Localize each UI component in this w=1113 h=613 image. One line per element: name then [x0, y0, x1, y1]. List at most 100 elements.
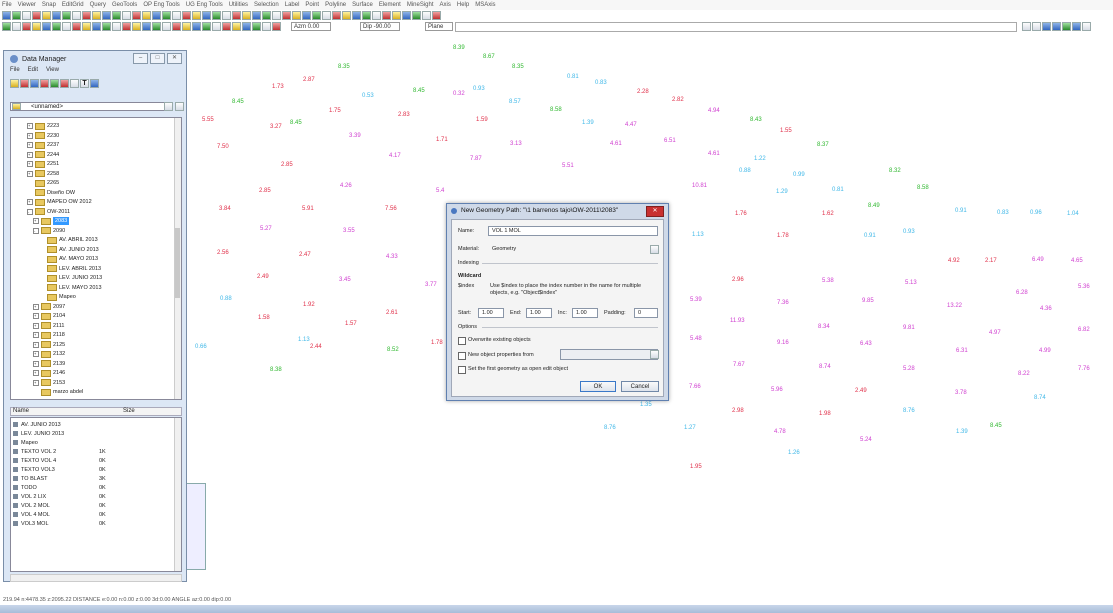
- view-tool-icon[interactable]: [1062, 22, 1071, 31]
- list-item[interactable]: TO BLAST 3K: [13, 475, 173, 483]
- menu-view[interactable]: View: [46, 67, 59, 77]
- new-properties-checkbox[interactable]: [458, 352, 466, 360]
- expand-icon[interactable]: +: [33, 313, 39, 319]
- tool-button-icon[interactable]: [52, 11, 61, 20]
- tree-item[interactable]: +2237: [27, 141, 59, 149]
- list-item[interactable]: VOL 2 MOL 0K: [13, 502, 173, 510]
- menu-minesight[interactable]: MineSight: [407, 2, 434, 8]
- tool-button-icon[interactable]: [72, 22, 81, 31]
- menu-file[interactable]: File: [10, 67, 20, 77]
- padding-input[interactable]: 0: [634, 308, 658, 318]
- tool-button-icon[interactable]: [422, 11, 431, 20]
- collapse-icon[interactable]: -: [33, 227, 39, 234]
- tool-button-icon[interactable]: [72, 11, 81, 20]
- tree-scrollbar[interactable]: [174, 118, 181, 399]
- tree-item[interactable]: + MAPEO OW 2012: [27, 198, 92, 206]
- tool-button-icon[interactable]: [212, 22, 221, 31]
- menu-selection[interactable]: Selection: [254, 2, 279, 8]
- tree-item[interactable]: Mapeo: [39, 293, 76, 301]
- tool-button-icon[interactable]: [82, 22, 91, 31]
- list-item[interactable]: TEXTO VOL 4 0K: [13, 457, 173, 465]
- list-item[interactable]: VOL3 MOL 0K: [13, 520, 173, 528]
- view-tool-icon[interactable]: [1072, 22, 1081, 31]
- tool-button-icon[interactable]: [32, 11, 41, 20]
- maximize-button[interactable]: □: [150, 53, 165, 64]
- tool-button-icon[interactable]: [182, 22, 191, 31]
- tool-button-icon[interactable]: [412, 11, 421, 20]
- overwrite-checkbox[interactable]: [458, 337, 466, 345]
- tree-item[interactable]: +2153: [33, 379, 65, 387]
- list-scrollbar[interactable]: [174, 418, 181, 571]
- object-list[interactable]: AV. JUNIO 2013 LEV. JUNIO 2013 Mapeo TEXTO …: [10, 417, 182, 572]
- new-folder-icon[interactable]: [10, 78, 19, 88]
- properties-browse-icon[interactable]: [650, 350, 659, 359]
- list-item[interactable]: Mapeo: [13, 439, 173, 447]
- tool-button-icon[interactable]: [22, 11, 31, 20]
- tool-button-icon[interactable]: [282, 11, 291, 20]
- collapse-icon[interactable]: -: [27, 208, 33, 215]
- menu-viewer[interactable]: Viewer: [18, 2, 36, 8]
- expand-icon[interactable]: +: [33, 379, 39, 386]
- tool-button-icon[interactable]: [182, 11, 191, 20]
- list-item[interactable]: VOL 2 LIX 0K: [13, 493, 173, 501]
- tree-item[interactable]: marzo abdel: [33, 388, 83, 396]
- expand-icon[interactable]: +: [27, 123, 33, 129]
- menu-point[interactable]: Point: [305, 2, 319, 8]
- new-text-icon[interactable]: T: [80, 78, 89, 88]
- tool-button-icon[interactable]: [62, 22, 71, 31]
- tool-button-icon[interactable]: [252, 22, 261, 31]
- tree-item[interactable]: +2146: [33, 369, 65, 377]
- new-marker-icon[interactable]: [40, 78, 49, 88]
- tree-item[interactable]: +2223: [27, 122, 59, 130]
- list-item[interactable]: TEXTO VOL 2 1K: [13, 448, 173, 456]
- tree-item[interactable]: +2125: [33, 341, 65, 349]
- open-edit-checkbox[interactable]: [458, 366, 466, 374]
- tool-button-icon[interactable]: [42, 22, 51, 31]
- expand-icon[interactable]: +: [27, 142, 33, 148]
- tool-button-icon[interactable]: [432, 11, 441, 20]
- list-item[interactable]: LEV. JUNIO 2013: [13, 430, 173, 438]
- inc-input[interactable]: 1.00: [572, 308, 598, 318]
- tool-button-icon[interactable]: [322, 11, 331, 20]
- new-label-icon[interactable]: [70, 78, 79, 88]
- tree-item[interactable]: +2230: [27, 132, 59, 140]
- tool-button-icon[interactable]: [222, 11, 231, 20]
- tool-button-icon[interactable]: [92, 11, 101, 20]
- tree-item[interactable]: +2083: [33, 217, 70, 225]
- tool-button-icon[interactable]: [232, 11, 241, 20]
- menu-axis[interactable]: Axis: [440, 2, 451, 8]
- menu-element[interactable]: Element: [379, 2, 401, 8]
- tool-button-icon[interactable]: [292, 11, 301, 20]
- project-combo[interactable]: <unnamed>: [10, 102, 170, 111]
- tree-item[interactable]: +2097: [33, 303, 65, 311]
- open-project-icon[interactable]: [164, 102, 173, 111]
- tool-button-icon[interactable]: [112, 11, 121, 20]
- azimuth-field[interactable]: Azm 0.00: [291, 22, 331, 31]
- tree-item[interactable]: Diseño OW: [27, 189, 75, 197]
- cancel-button[interactable]: Cancel: [621, 381, 659, 392]
- properties-source-field[interactable]: [560, 349, 658, 360]
- expand-icon[interactable]: +: [33, 322, 39, 329]
- ok-button[interactable]: OK: [580, 381, 616, 392]
- tool-button-icon[interactable]: [202, 11, 211, 20]
- expand-icon[interactable]: +: [33, 360, 39, 367]
- view-tool-icon[interactable]: [1042, 22, 1051, 31]
- tree-item[interactable]: +2251: [27, 160, 59, 168]
- menu-help[interactable]: Help: [457, 2, 469, 8]
- tool-button-icon[interactable]: [382, 11, 391, 20]
- expand-icon[interactable]: +: [33, 370, 39, 376]
- list-item[interactable]: TODO 0K: [13, 484, 173, 492]
- tool-button-icon[interactable]: [22, 22, 31, 31]
- view-tool-icon[interactable]: [1082, 22, 1091, 31]
- tool-button-icon[interactable]: [192, 22, 201, 31]
- tool-button-icon[interactable]: [122, 22, 131, 31]
- menu-snap[interactable]: Snap: [42, 2, 56, 8]
- tool-button-icon[interactable]: [302, 11, 311, 20]
- tool-button-icon[interactable]: [262, 22, 271, 31]
- tree-item[interactable]: 2265: [27, 179, 59, 187]
- tool-button-icon[interactable]: [242, 22, 251, 31]
- new-object-icon[interactable]: [30, 78, 39, 88]
- tree-item[interactable]: AV. JUNIO 2013: [39, 246, 99, 254]
- tool-button-icon[interactable]: [32, 22, 41, 31]
- folder-tree[interactable]: +2223 +2230 +2237 +2244 +2251 +2258 2265 Diseño…: [10, 117, 182, 400]
